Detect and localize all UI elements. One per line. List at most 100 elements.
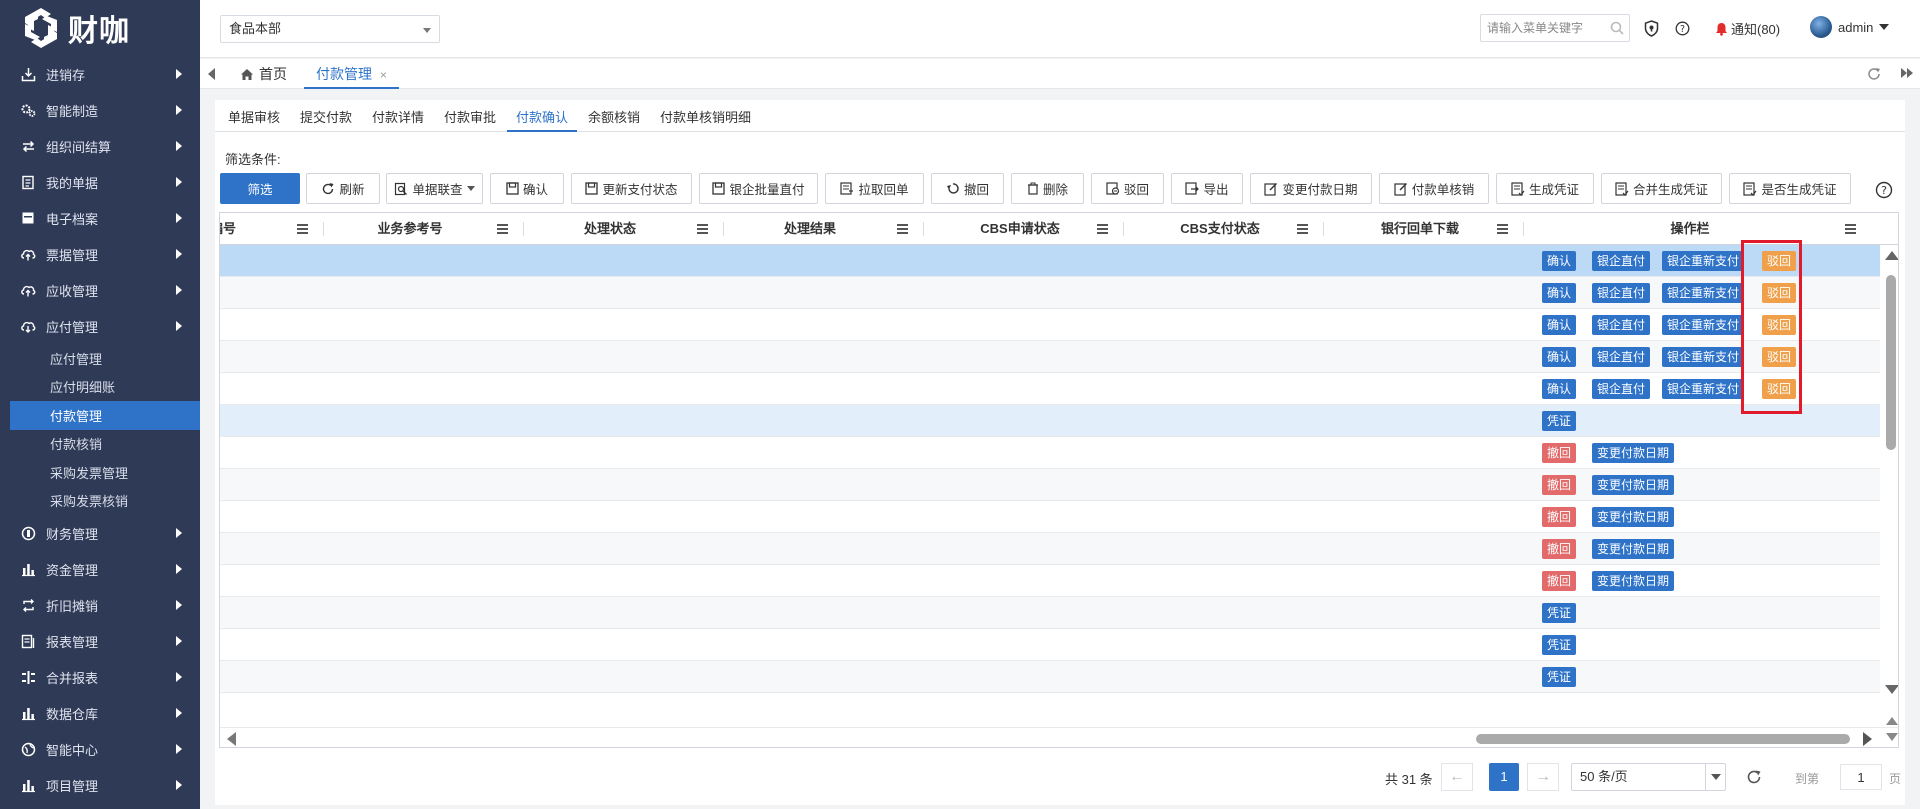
row-reject-button[interactable]: 驳回: [1762, 315, 1797, 335]
row-reject-button[interactable]: 驳回: [1762, 347, 1797, 367]
sidebar-item[interactable]: 折旧摊销: [0, 587, 200, 623]
close-icon[interactable]: ×: [380, 68, 387, 82]
row-voucher-button[interactable]: 凭证: [1542, 603, 1577, 623]
generate-voucher-button[interactable]: 生成凭证: [1496, 173, 1594, 204]
sidebar-subitem[interactable]: 付款核销: [0, 430, 200, 459]
sidebar-item[interactable]: 资金管理: [0, 551, 200, 587]
sub-tab[interactable]: 单据审核: [228, 100, 280, 132]
sidebar-item[interactable]: 报表管理: [0, 623, 200, 659]
table-row[interactable]: 凭证: [220, 597, 1880, 629]
row-change_date-button[interactable]: 变更付款日期: [1592, 507, 1675, 527]
row-confirm-button[interactable]: 确认: [1542, 283, 1577, 303]
sidebar-item[interactable]: 应付管理: [0, 308, 200, 344]
row-change_date-button[interactable]: 变更付款日期: [1592, 475, 1675, 495]
row-bank_pay-button[interactable]: 银企直付: [1592, 347, 1651, 367]
sidebar-subitem[interactable]: 采购发票核销: [0, 487, 200, 516]
row-confirm-button[interactable]: 确认: [1542, 347, 1577, 367]
sidebar-item[interactable]: 智能中心: [0, 731, 200, 767]
column-header[interactable]: 处理状态: [510, 213, 710, 245]
table-row[interactable]: 确认 银企直付 银企重新支付 驳回: [220, 373, 1880, 405]
table-row[interactable]: 确认 银企直付 银企重新支付 驳回: [220, 341, 1880, 373]
sub-tab[interactable]: 付款确认: [507, 100, 578, 132]
sidebar-item[interactable]: 电子档案: [0, 200, 200, 236]
row-bank_repay-button[interactable]: 银企重新支付: [1662, 283, 1745, 303]
table-row[interactable]: 凭证: [220, 405, 1880, 437]
sidebar-item[interactable]: 应收管理: [0, 272, 200, 308]
row-bank_repay-button[interactable]: 银企重新支付: [1662, 379, 1745, 399]
delete-button[interactable]: 删除: [1011, 173, 1084, 204]
menu-search-input[interactable]: [1480, 14, 1630, 42]
update-status-button[interactable]: 更新支付状态: [571, 173, 692, 204]
filter-button[interactable]: 筛选: [220, 173, 300, 204]
row-revoke-button[interactable]: 撤回: [1542, 571, 1577, 591]
sidebar-item[interactable]: 合并报表: [0, 659, 200, 695]
column-menu-icon[interactable]: [1497, 224, 1508, 234]
scroll-up-icon[interactable]: [1885, 251, 1898, 260]
shield-icon[interactable]: [1644, 20, 1659, 37]
prev-page-button[interactable]: ←: [1441, 763, 1473, 791]
sidebar-subitem[interactable]: 应付管理: [0, 344, 200, 373]
payment-verify-button[interactable]: 付款单核销: [1379, 173, 1489, 204]
column-header[interactable]: 编号: [220, 213, 250, 245]
sidebar-item[interactable]: 项目管理: [0, 767, 200, 803]
row-reject-button[interactable]: 驳回: [1762, 283, 1797, 303]
table-row[interactable]: 撤回 变更付款日期: [220, 501, 1880, 533]
row-revoke-button[interactable]: 撤回: [1542, 507, 1577, 527]
reject-button[interactable]: 驳回: [1091, 173, 1164, 204]
sidebar-item[interactable]: 财务管理: [0, 515, 200, 551]
column-header[interactable]: 银行回单下载: [1320, 213, 1520, 245]
org-select[interactable]: 食品本部: [220, 15, 440, 43]
row-voucher-button[interactable]: 凭证: [1542, 411, 1577, 431]
bank-batch-pay-button[interactable]: 银企批量直付: [699, 173, 818, 204]
scroll-up-icon[interactable]: [1886, 717, 1898, 725]
tab-payment-management[interactable]: 付款管理 ×: [304, 59, 399, 89]
column-header[interactable]: CBS支付状态: [1120, 213, 1320, 245]
search-icon[interactable]: [1610, 21, 1624, 35]
row-voucher-button[interactable]: 凭证: [1542, 667, 1577, 687]
table-row[interactable]: 撤回 变更付款日期: [220, 437, 1880, 469]
table-row[interactable]: 撤回 变更付款日期: [220, 469, 1880, 501]
sidebar-item[interactable]: 智能制造: [0, 92, 200, 128]
current-page-button[interactable]: 1: [1489, 763, 1519, 791]
help-icon[interactable]: ?: [1875, 181, 1893, 199]
tab-scroll-left-icon[interactable]: [208, 68, 215, 80]
column-menu-icon[interactable]: [297, 224, 308, 234]
row-bank_pay-button[interactable]: 银企直付: [1592, 315, 1651, 335]
row-change_date-button[interactable]: 变更付款日期: [1592, 571, 1675, 591]
goto-page-input[interactable]: [1840, 764, 1882, 790]
tab-home[interactable]: 首页: [240, 59, 287, 89]
vertical-scrollbar[interactable]: [1883, 245, 1898, 701]
column-header[interactable]: 业务参考号: [310, 213, 510, 245]
table-row[interactable]: 撤回 变更付款日期: [220, 533, 1880, 565]
scroll-right-icon[interactable]: [1863, 732, 1872, 746]
row-confirm-button[interactable]: 确认: [1542, 379, 1577, 399]
sidebar-subitem[interactable]: 付款管理: [10, 401, 200, 430]
row-bank_repay-button[interactable]: 银企重新支付: [1662, 315, 1745, 335]
scroll-down-icon[interactable]: [1885, 685, 1898, 694]
column-menu-icon[interactable]: [497, 224, 508, 234]
sub-tab[interactable]: 提交付款: [300, 100, 352, 132]
sidebar-item[interactable]: 数据仓库: [0, 695, 200, 731]
row-revoke-button[interactable]: 撤回: [1542, 443, 1577, 463]
column-menu-icon[interactable]: [1097, 224, 1108, 234]
table-row[interactable]: 撤回 变更付款日期: [220, 565, 1880, 597]
table-row[interactable]: 确认 银企直付 银企重新支付 驳回: [220, 309, 1880, 341]
sidebar-item[interactable]: 票据管理: [0, 236, 200, 272]
row-bank_repay-button[interactable]: 银企重新支付: [1662, 251, 1745, 271]
column-menu-icon[interactable]: [897, 224, 908, 234]
change-pay-date-button[interactable]: 变更付款日期: [1250, 173, 1372, 204]
export-button[interactable]: 导出: [1171, 173, 1243, 204]
page-size-select[interactable]: 50 条/页: [1571, 763, 1726, 791]
sidebar-item[interactable]: 进销存: [0, 56, 200, 92]
sidebar-subitem[interactable]: 采购发票管理: [0, 458, 200, 487]
row-bank_pay-button[interactable]: 银企直付: [1592, 379, 1651, 399]
row-revoke-button[interactable]: 撤回: [1542, 475, 1577, 495]
refresh-icon[interactable]: [1866, 66, 1882, 82]
sub-tab[interactable]: 付款单核销明细: [660, 100, 751, 132]
row-confirm-button[interactable]: 确认: [1542, 251, 1577, 271]
row-change_date-button[interactable]: 变更付款日期: [1592, 443, 1675, 463]
user-menu[interactable]: admin: [1810, 16, 1890, 38]
refresh-icon[interactable]: [1745, 768, 1763, 786]
row-bank_repay-button[interactable]: 银企重新支付: [1662, 347, 1745, 367]
column-menu-icon[interactable]: [1845, 224, 1856, 234]
